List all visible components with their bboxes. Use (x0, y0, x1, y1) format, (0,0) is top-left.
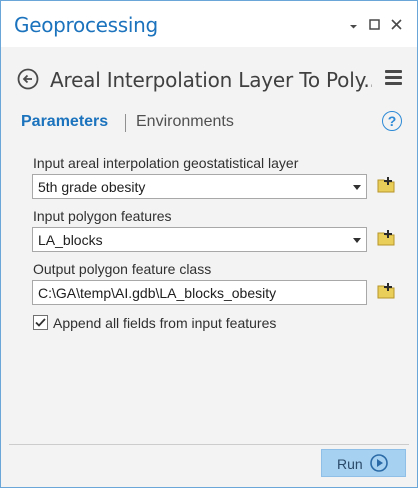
pane-title: Geoprocessing (14, 13, 158, 37)
hamburger-menu-icon[interactable] (385, 70, 402, 87)
param-label-polygon-features: Input polygon features (33, 208, 172, 224)
append-fields-label: Append all fields from input features (53, 315, 277, 331)
play-icon (370, 454, 388, 472)
output-feature-class-value: C:\GA\temp\AI.gdb\LA_blocks_obesity (38, 285, 277, 301)
add-data-folder-icon[interactable] (376, 228, 396, 248)
param-label-output-class: Output polygon feature class (33, 261, 212, 277)
tool-header: Areal Interpolation Layer To Poly... (1, 57, 417, 103)
polygon-features-value: LA_blocks (38, 232, 103, 248)
back-arrow-icon[interactable] (17, 68, 39, 90)
restore-icon[interactable] (369, 19, 380, 32)
chevron-down-icon[interactable] (349, 21, 358, 33)
polygon-features-dropdown[interactable]: LA_blocks (32, 227, 367, 252)
append-fields-checkbox[interactable] (33, 315, 48, 330)
run-button[interactable]: Run (321, 449, 406, 477)
chevron-down-icon (353, 238, 361, 243)
input-layer-value: 5th grade obesity (38, 179, 146, 195)
footer-divider (9, 444, 409, 445)
tab-environments[interactable]: Environments (136, 113, 234, 131)
tab-divider (125, 114, 126, 132)
checkmark-icon (35, 318, 46, 327)
run-label: Run (337, 456, 363, 472)
pane-titlebar: Geoprocessing (1, 1, 417, 47)
input-layer-dropdown[interactable]: 5th grade obesity (32, 174, 367, 199)
browse-folder-icon[interactable] (376, 281, 396, 301)
chevron-down-icon (353, 185, 361, 190)
tab-strip: Parameters Environments (1, 113, 417, 137)
tool-title: Areal Interpolation Layer To Poly... (50, 68, 372, 92)
geoprocessing-pane: Geoprocessing Areal Interpolation Layer … (0, 0, 418, 488)
tab-parameters[interactable]: Parameters (21, 113, 108, 131)
param-label-input-layer: Input areal interpolation geostatistical… (33, 155, 299, 171)
add-data-folder-icon[interactable] (376, 175, 396, 195)
close-icon[interactable] (391, 19, 402, 32)
output-feature-class-input[interactable]: C:\GA\temp\AI.gdb\LA_blocks_obesity (32, 280, 367, 305)
help-icon[interactable]: ? (382, 111, 402, 131)
